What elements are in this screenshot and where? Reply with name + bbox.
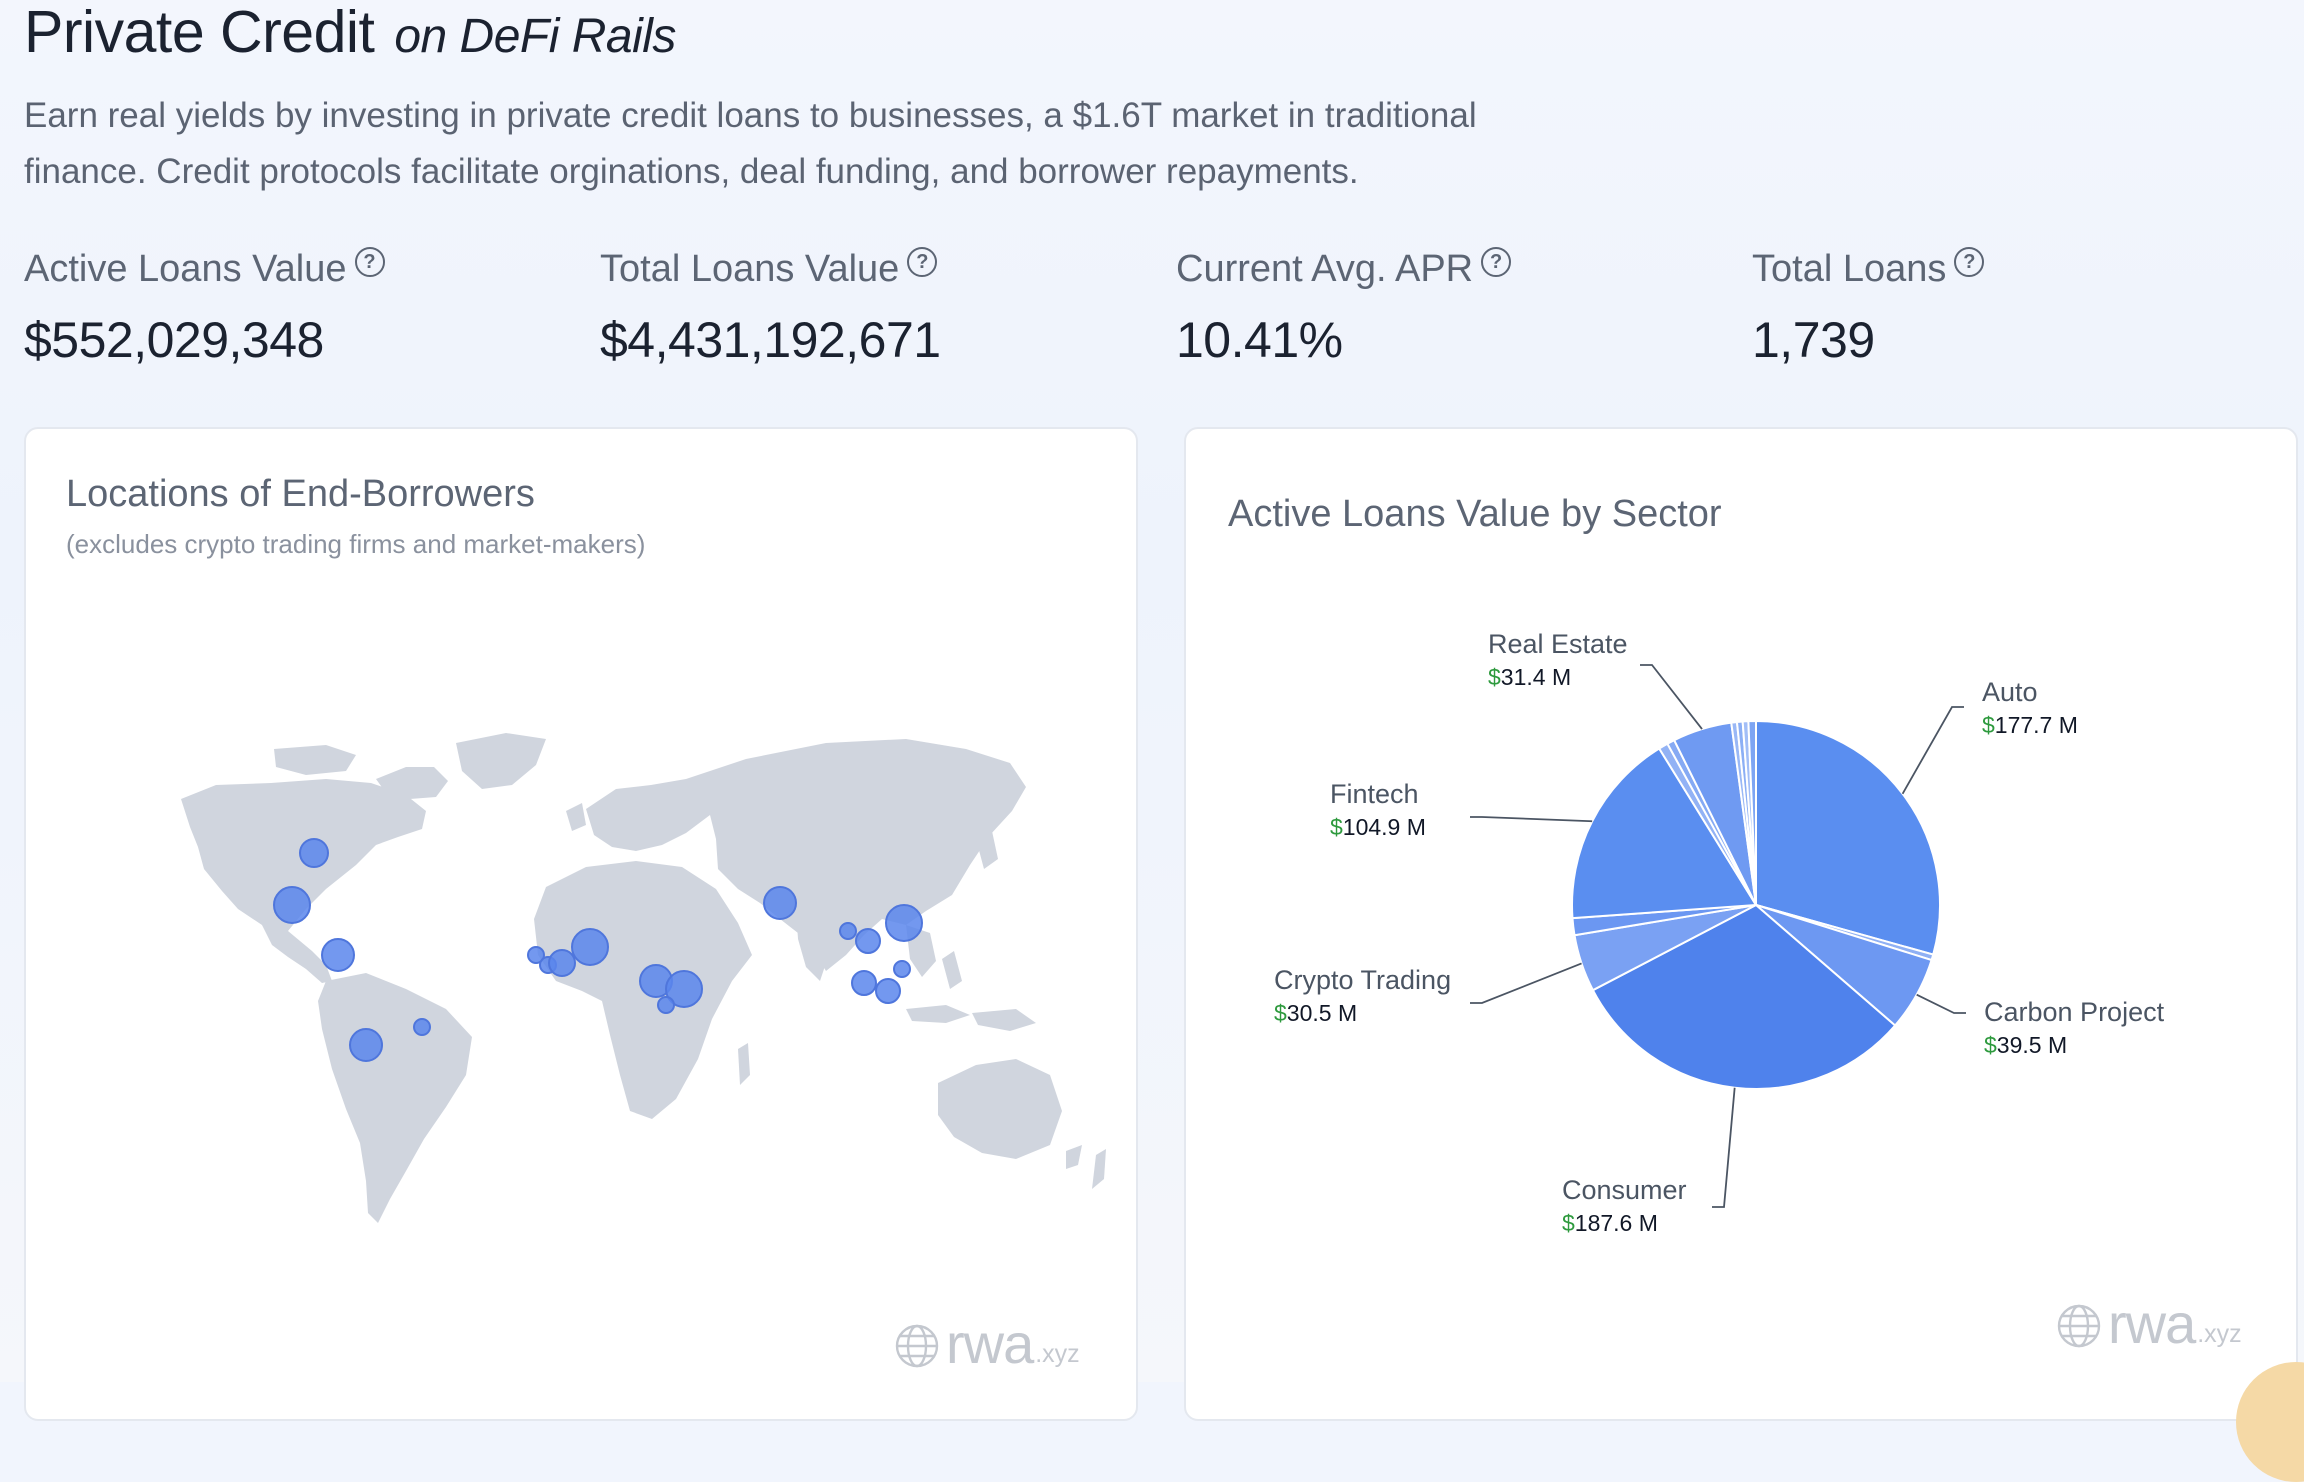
leader-line (1712, 1087, 1736, 1208)
location-bubble[interactable] (273, 886, 311, 924)
rwa-watermark: rwa .xyz (894, 1312, 1080, 1375)
stat-value: 10.41% (1176, 312, 1343, 368)
location-bubble[interactable] (349, 1028, 383, 1062)
stat-value: $552,029,348 (24, 312, 324, 368)
stat-label: Total Loans (1752, 248, 1947, 290)
pie-slices (1571, 719, 1941, 1090)
globe-icon (2057, 1304, 2101, 1348)
watermark-text: rwa (2108, 1292, 2196, 1355)
slice-label: Real Estate (1488, 629, 1628, 659)
world-map[interactable] (26, 719, 1136, 1339)
help-icon[interactable]: ? (907, 246, 938, 277)
location-bubble[interactable] (321, 938, 355, 972)
location-bubble[interactable] (571, 928, 609, 966)
page-description: Earn real yields by investing in private… (24, 96, 1477, 191)
currency-symbol: $ (1982, 712, 1995, 738)
watermark-suffix: .xyz (2197, 1320, 2242, 1348)
help-icon[interactable]: ? (1954, 246, 1985, 277)
currency-symbol: $ (1488, 664, 1501, 690)
leader-line (1470, 962, 1582, 1004)
help-icon[interactable]: ? (1481, 246, 1512, 277)
slice-value-amount: 31.4 M (1501, 664, 1571, 690)
location-bubble[interactable] (548, 949, 576, 977)
stat-current-avg-apr: Current Avg. APR ? 10.41% (1176, 246, 1512, 369)
stat-active-loans-value: Active Loans Value ? $552,029,348 (24, 246, 385, 369)
location-bubble[interactable] (839, 922, 857, 940)
location-bubble[interactable] (855, 928, 881, 954)
location-bubble[interactable] (893, 960, 911, 978)
stat-total-loans-value: Total Loans Value ? $4,431,192,671 (600, 246, 941, 369)
leader-line (1916, 993, 1966, 1014)
slice-label: Consumer (1562, 1175, 1687, 1205)
slice-value: $187.6 M (1562, 1210, 1658, 1236)
slice-value-amount: 30.5 M (1287, 1000, 1357, 1026)
stat-label: Active Loans Value (24, 248, 347, 290)
slice-value-amount: 187.6 M (1575, 1210, 1658, 1236)
leader-line (1470, 816, 1593, 823)
card-title: Active Loans Value by Sector (1228, 493, 1722, 535)
card-subtitle: (excludes crypto trading firms and marke… (66, 529, 646, 559)
page-title-main: Private Credit (24, 0, 375, 65)
stat-value: 1,739 (1752, 312, 1875, 368)
currency-symbol: $ (1330, 814, 1343, 840)
page-title: Private Credit on DeFi Rails (24, 0, 676, 66)
help-icon[interactable]: ? (354, 246, 385, 277)
slice-label: Carbon Project (1984, 997, 2165, 1027)
slice-value-amount: 39.5 M (1997, 1032, 2067, 1058)
leader-line (1901, 706, 1964, 795)
rwa-watermark: rwa .xyz (2056, 1292, 2242, 1355)
leader-line (1640, 664, 1703, 730)
stat-total-loans: Total Loans ? 1,739 (1752, 246, 1985, 369)
location-bubble[interactable] (875, 978, 901, 1004)
slice-value: $39.5 M (1984, 1032, 2067, 1058)
page-title-accent: on DeFi Rails (394, 10, 676, 63)
stat-value: $4,431,192,671 (600, 312, 941, 368)
currency-symbol: $ (1984, 1032, 1997, 1058)
globe-icon (895, 1324, 939, 1368)
location-bubble[interactable] (657, 996, 675, 1014)
slice-label: Fintech (1330, 779, 1419, 809)
watermark-text: rwa (946, 1312, 1034, 1375)
location-bubble[interactable] (851, 970, 877, 996)
stat-label: Total Loans Value (600, 248, 900, 290)
currency-symbol: $ (1274, 1000, 1287, 1026)
slice-value: $104.9 M (1330, 814, 1426, 840)
location-bubble[interactable] (413, 1018, 431, 1036)
card-title: Locations of End-Borrowers (66, 473, 535, 515)
slice-value: $31.4 M (1488, 664, 1571, 690)
slice-label: Auto (1982, 677, 2038, 707)
stat-label: Current Avg. APR (1176, 248, 1474, 290)
slice-value: $177.7 M (1982, 712, 2078, 738)
location-bubble[interactable] (763, 886, 797, 920)
watermark-suffix: .xyz (1035, 1340, 1080, 1368)
location-bubble[interactable] (885, 904, 923, 942)
sector-pie-chart[interactable]: Auto $177.7 M Carbon Project $39.5 M Consume… (1186, 609, 2296, 1329)
location-bubble[interactable] (299, 838, 329, 868)
currency-symbol: $ (1562, 1210, 1575, 1236)
slice-label: Crypto Trading (1274, 965, 1451, 995)
slice-value-amount: 104.9 M (1343, 814, 1426, 840)
borrower-locations-card: Locations of End-Borrowers (excludes cry… (24, 427, 1138, 1421)
slice-value-amount: 177.7 M (1995, 712, 2078, 738)
sector-breakdown-card: Active Loans Value by Sector Auto $177.7 … (1184, 427, 2298, 1421)
slice-value: $30.5 M (1274, 1000, 1357, 1026)
